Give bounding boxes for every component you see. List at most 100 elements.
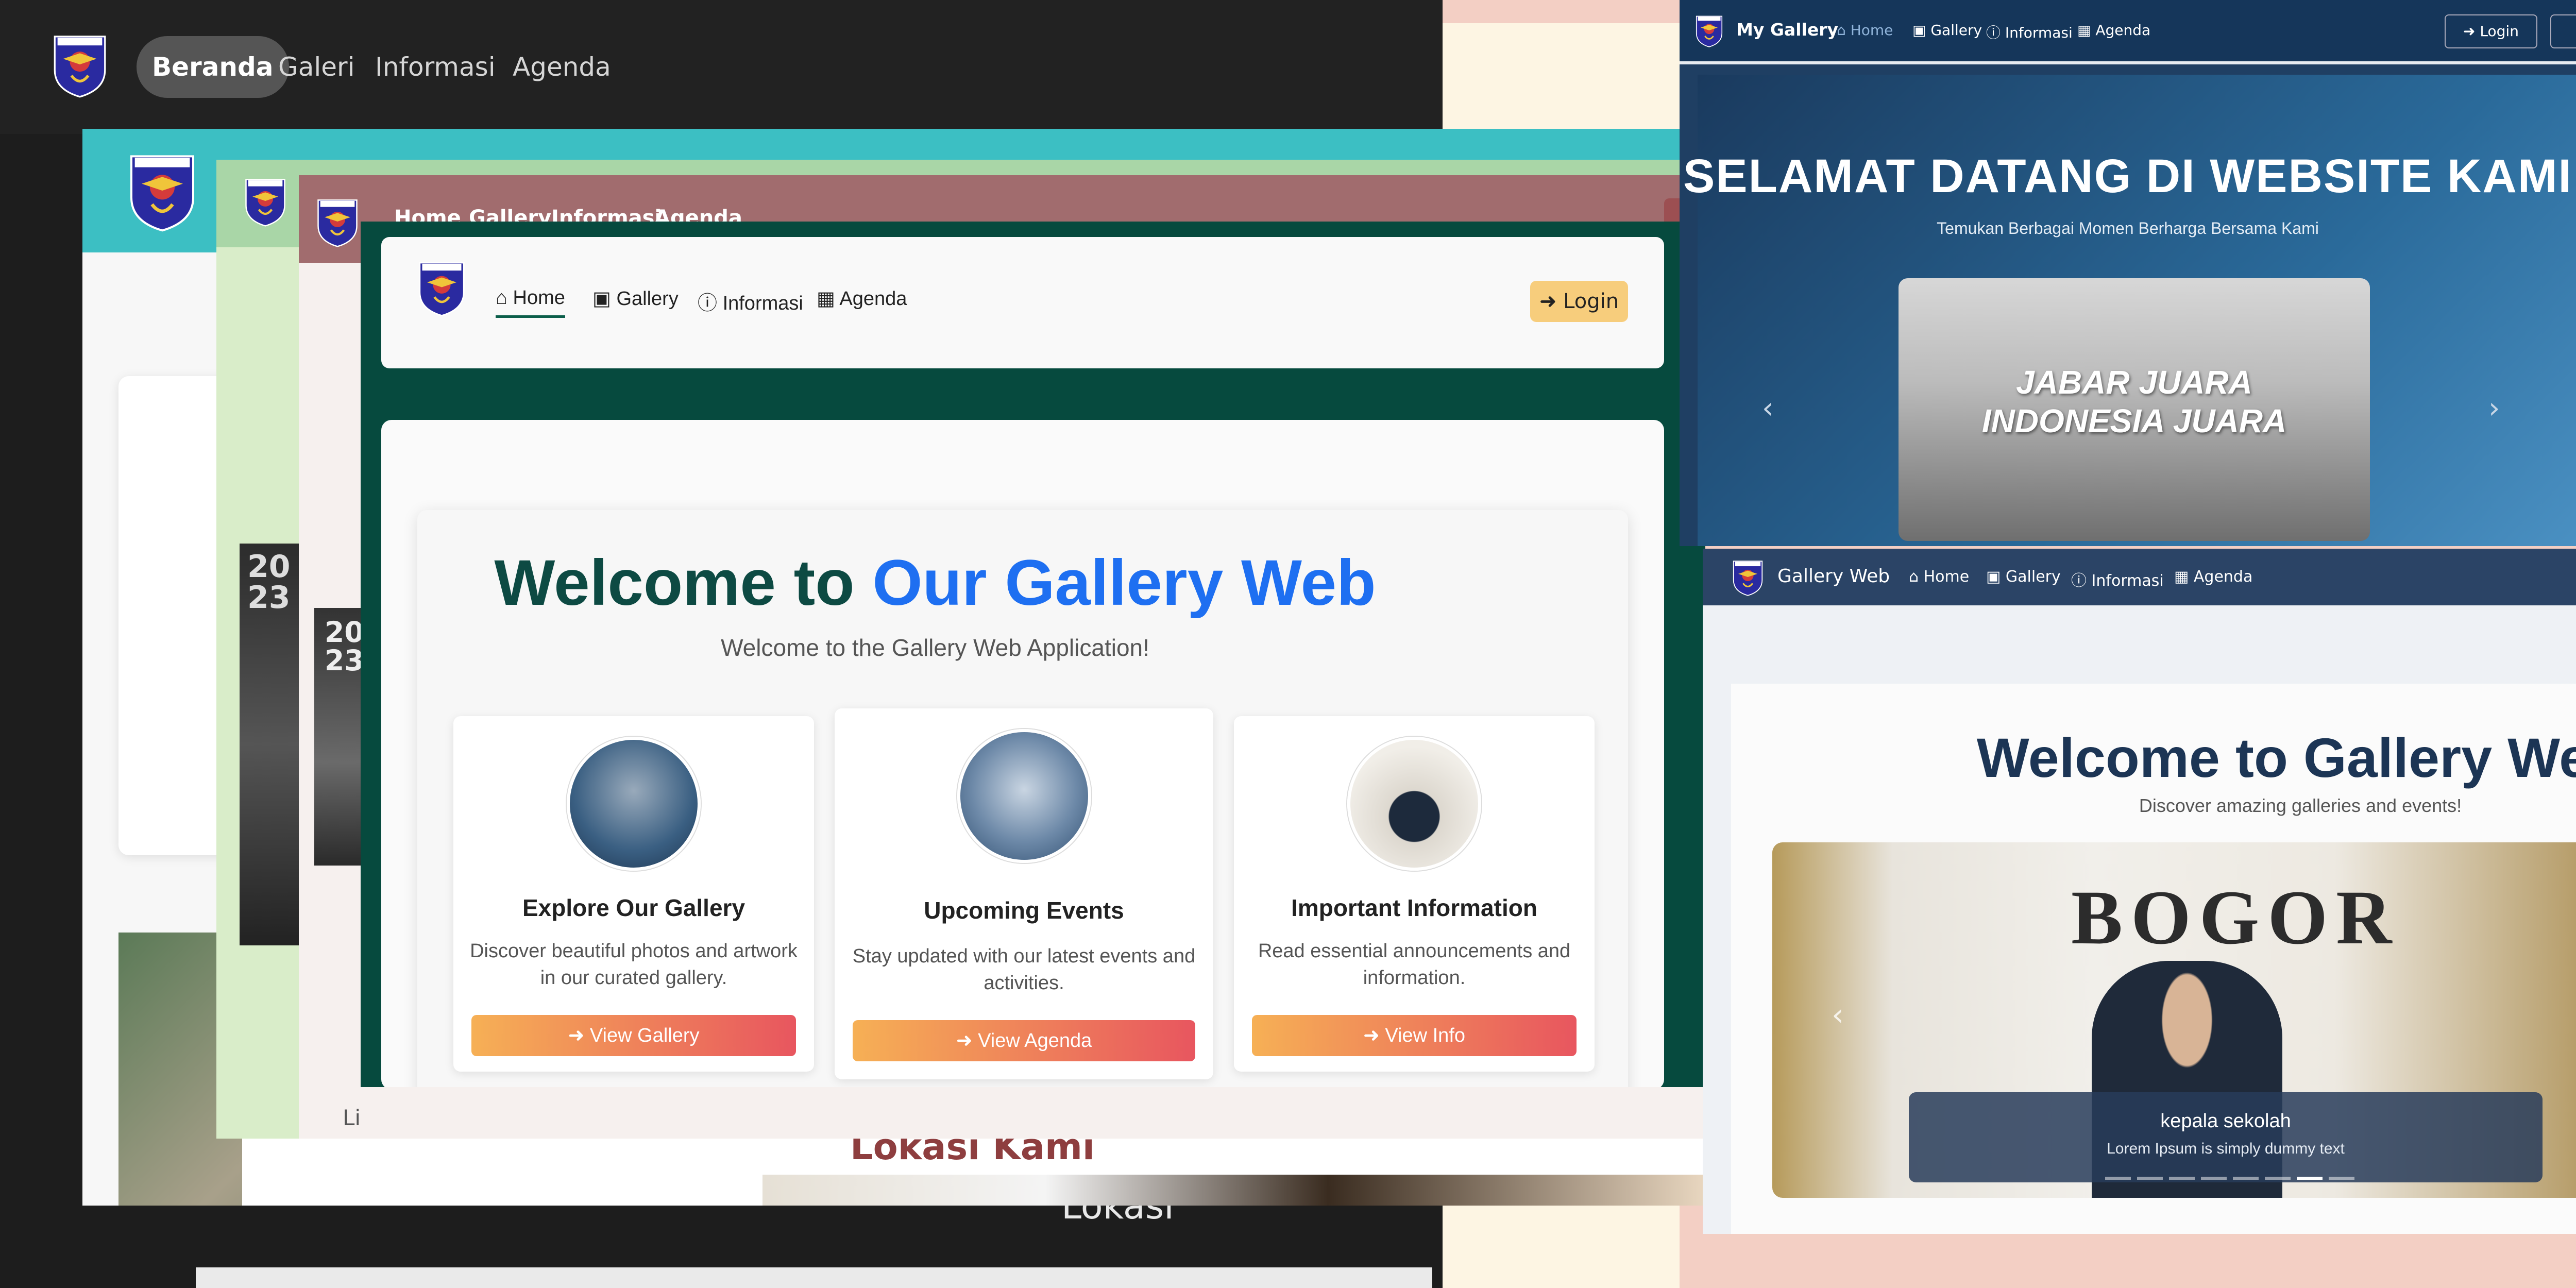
nav-informasi[interactable]: ⓘ Informasi xyxy=(1986,22,2073,42)
welcome-subtitle: Discover amazing galleries and events! xyxy=(2139,795,2462,816)
view-gallery-button[interactable]: ➜ View Gallery xyxy=(471,1015,796,1056)
browser-window-navy: My Gallery ⌂ Home ▣ Gallery ⓘ Informasi … xyxy=(1680,0,2576,546)
carousel-dot[interactable] xyxy=(2137,1177,2163,1180)
view-agenda-button[interactable]: ➜ View Agenda xyxy=(853,1020,1195,1061)
section-title-lokasi: Lokasi Kami xyxy=(850,1139,1095,1168)
nav-beranda[interactable]: Beranda xyxy=(137,36,289,98)
view-info-button[interactable]: ➜ View Info xyxy=(1252,1015,1577,1056)
feature-description: Stay updated with our latest events and … xyxy=(852,945,1196,994)
image-icon: ▣ xyxy=(1912,22,1931,39)
nav-agenda[interactable]: ▦ Agenda xyxy=(2077,22,2150,39)
feature-image xyxy=(957,729,1091,863)
carousel-dot-active[interactable] xyxy=(2297,1177,2323,1180)
school-logo-icon[interactable] xyxy=(1695,13,1723,48)
nav-agenda[interactable]: ▦ Agenda xyxy=(2174,568,2252,586)
navbar: Gallery Web ⌂ Home ▣ Gallery ⓘ Informasi… xyxy=(1703,549,2576,605)
welcome-subtitle: Welcome to the Gallery Web Application! xyxy=(721,634,1149,661)
nav-agenda[interactable]: Agenda xyxy=(513,36,611,98)
calendar-icon: ▦ xyxy=(2077,22,2096,39)
feature-title: Explore Our Gallery xyxy=(522,894,745,921)
carousel-dot[interactable] xyxy=(2105,1177,2131,1180)
navbar: My Gallery ⌂ Home ▣ Gallery ⓘ Informasi … xyxy=(1680,0,2576,64)
login-icon: ➜ xyxy=(2463,23,2480,40)
background-strip xyxy=(1443,0,1680,23)
nav-gallery[interactable]: ▣ Gallery xyxy=(1986,568,2061,586)
school-logo-icon[interactable] xyxy=(314,196,361,247)
gallery-thumbnail-strip xyxy=(762,1175,1705,1206)
school-logo-icon[interactable] xyxy=(46,31,113,98)
arrow-right-icon: ➜ xyxy=(568,1025,590,1046)
navbar: Beranda Galeri Informasi Agenda xyxy=(0,0,1443,134)
carousel-dot[interactable] xyxy=(2329,1177,2354,1180)
school-logo-icon[interactable] xyxy=(242,175,289,227)
login-button[interactable]: ➜ Login xyxy=(1530,281,1628,322)
carousel-indicators[interactable] xyxy=(2102,1172,2358,1182)
home-icon: ⌂ xyxy=(1837,22,1851,39)
carousel-slide: JABAR JUARA INDONESIA JUARA xyxy=(1899,278,2370,541)
brand-name[interactable]: My Gallery xyxy=(1736,20,1838,40)
nav-informasi[interactable]: ⓘ Informasi xyxy=(2071,568,2164,590)
feature-card-events: Upcoming Events Stay updated with our la… xyxy=(835,708,1213,1079)
school-logo-icon[interactable] xyxy=(1731,558,1765,596)
arrow-right-icon: ➜ xyxy=(1363,1025,1385,1046)
image-icon: ▣ xyxy=(1986,568,2006,586)
carousel-prev-icon[interactable]: ‹ xyxy=(1762,392,1773,425)
info-icon: ⓘ xyxy=(1986,24,2005,41)
location-section: Lokasi Kami xyxy=(242,1139,1705,1206)
carousel-dot[interactable] xyxy=(2233,1177,2259,1180)
school-logo-icon[interactable] xyxy=(124,149,201,232)
bogor-sign-text: BOGOR xyxy=(2071,875,2400,960)
partial-text: Li xyxy=(343,1105,361,1130)
photo-year-label: 20 23 xyxy=(325,616,364,677)
dark-mode-toggle[interactable] xyxy=(2550,14,2576,48)
nav-gallery[interactable]: ▣ Gallery xyxy=(1912,22,1982,39)
feature-card-information: Important Information Read essential ann… xyxy=(1234,716,1595,1072)
welcome-title: Welcome to Gallery Web xyxy=(1976,726,2576,789)
info-icon: ⓘ xyxy=(2071,572,2092,590)
carousel-slide: BOGOR kepala sekolah Lorem Ipsum is simp… xyxy=(1772,842,2576,1198)
carousel-dot[interactable] xyxy=(2265,1177,2291,1180)
browser-window-light: Gallery Web ⌂ Home ▣ Gallery ⓘ Informasi… xyxy=(1703,549,2576,1234)
hero-title: SELAMAT DATANG DI WEBSITE KAMI xyxy=(1683,150,2573,202)
login-icon: ➜ xyxy=(1539,290,1564,313)
carousel-next-icon[interactable]: › xyxy=(2488,392,2500,425)
carousel-dot[interactable] xyxy=(2169,1177,2195,1180)
carousel-dot[interactable] xyxy=(2201,1177,2227,1180)
home-icon: ⌂ xyxy=(496,287,513,309)
feature-image xyxy=(1347,737,1481,871)
calendar-icon: ▦ xyxy=(2174,568,2194,586)
hero-subtitle: Temukan Berbagai Momen Berharga Bersama … xyxy=(1937,219,2319,238)
nav-home[interactable]: ⌂ Home xyxy=(1837,22,1893,39)
partner-logo-strip xyxy=(196,1267,1432,1288)
caption-box xyxy=(1909,1092,2543,1182)
nav-home[interactable]: ⌂ Home xyxy=(1909,568,1969,586)
nav-gallery[interactable]: ▣ Gallery xyxy=(592,287,679,310)
school-logo-icon[interactable] xyxy=(417,258,466,317)
arrow-right-icon: ➜ xyxy=(956,1030,978,1052)
home-icon: ⌂ xyxy=(1909,568,1924,586)
navbar xyxy=(381,237,1664,368)
feature-card-gallery: Explore Our Gallery Discover beautiful p… xyxy=(453,716,814,1072)
photo-year-label: 20 23 xyxy=(247,549,291,616)
nav-home[interactable]: ⌂ Home xyxy=(496,287,565,318)
carousel-prev-icon[interactable]: ‹ xyxy=(1832,997,1844,1033)
feature-title: Upcoming Events xyxy=(924,897,1124,924)
nav-informasi[interactable]: ⓘ Informasi xyxy=(698,287,803,315)
feature-image xyxy=(567,737,701,871)
nav-informasi[interactable]: Informasi xyxy=(375,36,496,98)
caption-title: kepala sekolah xyxy=(2160,1110,2291,1132)
slide-caption: JABAR JUARA INDONESIA JUARA xyxy=(1981,364,2287,439)
image-icon: ▣ xyxy=(592,288,617,310)
nav-agenda[interactable]: ▦ Agenda xyxy=(817,287,907,310)
caption-description: Lorem Ipsum is simply dummy text xyxy=(2107,1140,2345,1157)
brand-name[interactable]: Gallery Web xyxy=(1777,566,1890,587)
welcome-title: Welcome to Our Gallery Web xyxy=(494,547,1376,619)
info-icon: ⓘ xyxy=(698,293,723,314)
feature-title: Important Information xyxy=(1291,894,1537,921)
feature-description: Read essential announcements and informa… xyxy=(1258,940,1571,989)
nav-galeri[interactable]: Galeri xyxy=(278,36,355,98)
browser-window-main: ⌂ Home ▣ Gallery ⓘ Informasi ▦ Agenda ➜ … xyxy=(361,222,1705,1087)
calendar-icon: ▦ xyxy=(817,288,840,310)
login-button[interactable]: ➜ Login xyxy=(2445,14,2537,48)
feature-description: Discover beautiful photos and artwork in… xyxy=(470,940,798,989)
